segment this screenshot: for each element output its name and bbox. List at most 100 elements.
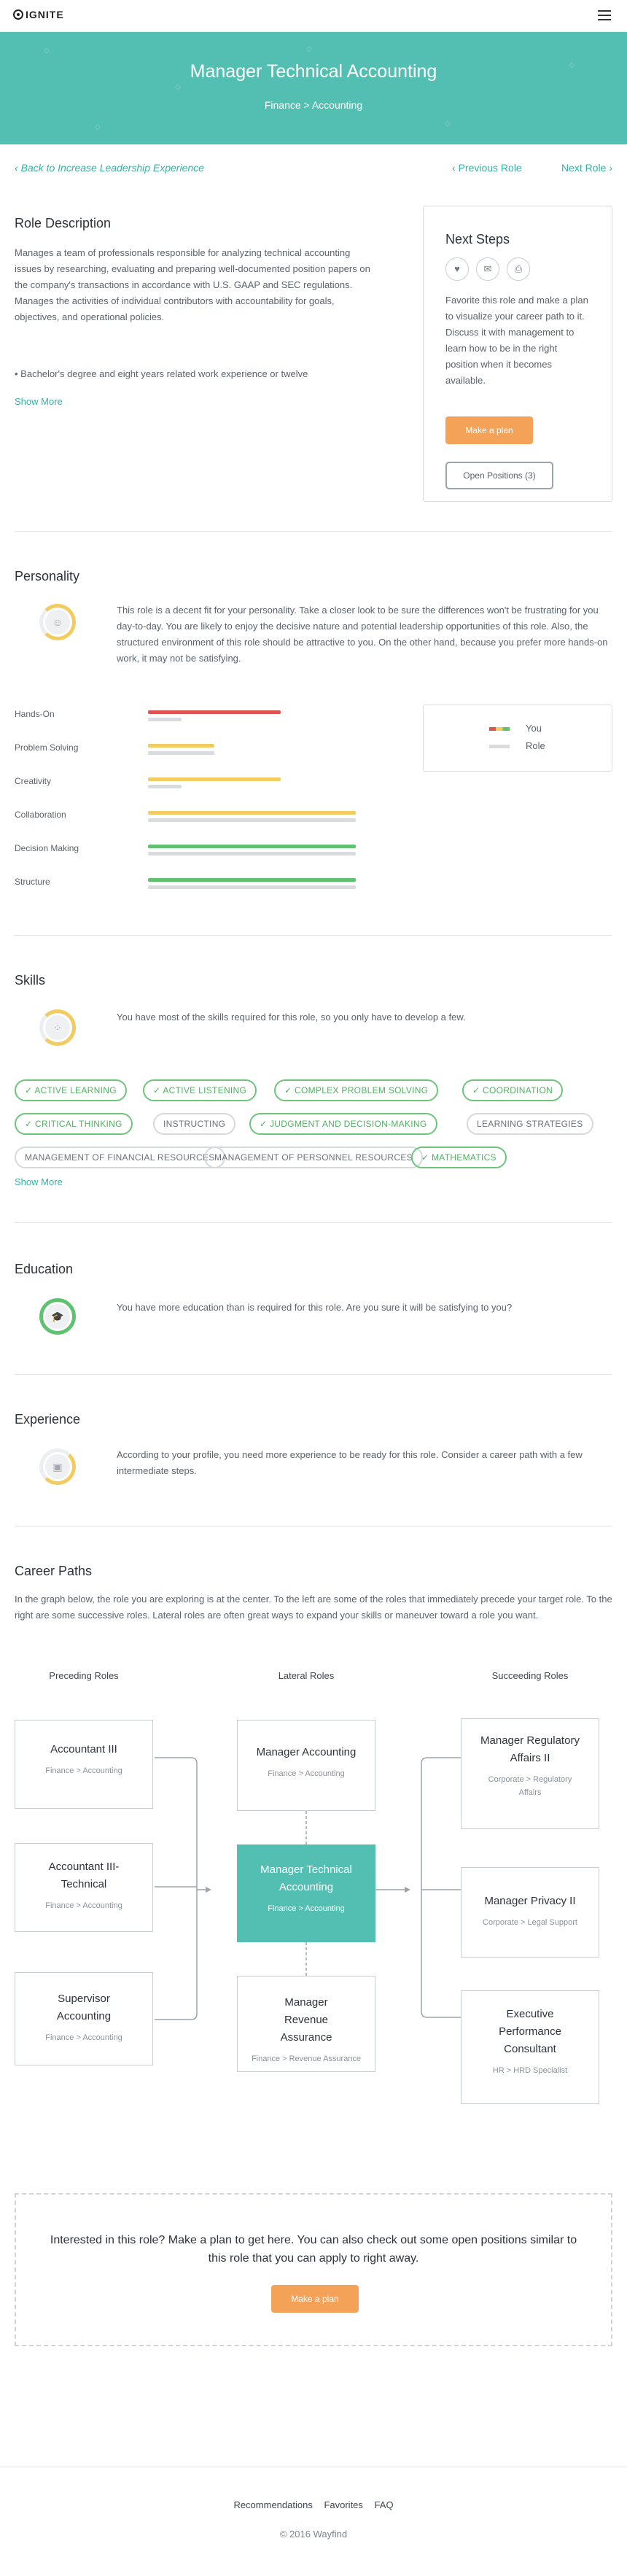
skill-chip[interactable]: LEARNING STRATEGIES <box>467 1113 593 1135</box>
brand-name: IGNITE <box>26 9 64 20</box>
trait-you-bar <box>148 845 356 848</box>
experience-heading: Experience <box>15 1412 81 1427</box>
role-title: Manager Regulatory Affairs II <box>480 1734 580 1764</box>
trait-label: Collaboration <box>15 810 66 820</box>
section-divider <box>15 531 612 532</box>
trait-label: Problem Solving <box>15 742 79 753</box>
succeeding-role-node[interactable]: Manager Privacy II Corporate > Legal Sup… <box>461 1867 599 1958</box>
mail-icon[interactable]: ✉ <box>476 257 499 281</box>
role-description-show-more[interactable]: Show More <box>15 396 63 407</box>
skills-fit-ring: ⁘ <box>39 1009 76 1046</box>
preceding-role-node[interactable]: Accountant III Finance > Accounting <box>15 1720 153 1809</box>
experience-fit-ring: ▣ <box>39 1448 76 1485</box>
footer-link-favorites[interactable]: Favorites <box>324 2499 362 2510</box>
footer-nav: Recommendations Favorites FAQ <box>0 2499 627 2510</box>
skill-chip[interactable]: CRITICAL THINKING <box>15 1113 133 1135</box>
trait-role-bar <box>148 751 214 755</box>
skill-chip[interactable]: MATHEMATICS <box>411 1147 507 1168</box>
skill-chip[interactable]: ACTIVE LEARNING <box>15 1079 127 1101</box>
current-role-node[interactable]: Manager Technical Accounting Finance > A… <box>237 1844 375 1942</box>
page-title: Manager Technical Accounting <box>190 61 437 82</box>
trait-label: Structure <box>15 877 50 887</box>
section-divider <box>15 935 612 936</box>
preceding-roles-heading: Preceding Roles <box>49 1670 119 1681</box>
role-category: Finance > Accounting <box>268 1769 345 1778</box>
role-description-bullet: • Bachelor's degree and eight years rela… <box>15 368 308 379</box>
experience-text: According to your profile, you need more… <box>117 1449 583 1476</box>
lateral-roles-heading: Lateral Roles <box>278 1670 335 1681</box>
trait-role-bar <box>148 785 182 788</box>
previous-role-link[interactable]: ‹ Previous Role <box>452 162 522 174</box>
role-title: Manager Privacy II <box>484 1895 576 1907</box>
cta-make-plan-button[interactable]: Make a plan <box>271 2285 359 2313</box>
trait-label: Decision Making <box>15 843 79 853</box>
role-category: Finance > Accounting <box>45 1766 122 1775</box>
personality-text: This role is a decent fit for your perso… <box>117 605 608 664</box>
skills-show-more[interactable]: Show More <box>15 1176 63 1187</box>
legend-you-label: You <box>526 723 542 734</box>
hero-banner: ◇ ◇ ◇ ◇ ◇ ◇ Manager Technical Accounting… <box>0 32 627 144</box>
trait-label: Creativity <box>15 776 52 786</box>
personality-fit-ring: ☺ <box>39 604 76 640</box>
role-description-heading: Role Description <box>15 216 112 230</box>
briefcase-icon: ▣ <box>45 1454 70 1479</box>
education-text: You have more education than is required… <box>117 1302 513 1313</box>
heart-icon[interactable]: ♥ <box>445 257 469 281</box>
succeeding-roles-heading: Succeeding Roles <box>491 1670 569 1681</box>
skill-chip[interactable]: JUDGMENT AND DECISION-MAKING <box>249 1113 437 1135</box>
make-plan-button[interactable]: Make a plan <box>445 416 533 444</box>
print-icon[interactable]: ⎙ <box>507 257 530 281</box>
personality-legend: You Role <box>423 705 612 772</box>
role-category: HR > HRD Specialist <box>492 2066 568 2075</box>
role-category: Corporate > Legal Support <box>483 1918 577 1927</box>
preceding-role-node[interactable]: Supervisor Accounting Finance > Accounti… <box>15 1972 153 2065</box>
next-steps-card: Next Steps ♥ ✉ ⎙ Favorite this role and … <box>423 206 612 502</box>
career-paths-text: In the graph below, the role you are exp… <box>15 1594 612 1621</box>
section-divider <box>15 1374 612 1375</box>
hamburger-menu-icon[interactable] <box>598 10 611 20</box>
role-category: Finance > Accounting <box>45 2033 122 2042</box>
skill-chip[interactable]: MANAGEMENT OF FINANCIAL RESOURCES <box>15 1147 225 1168</box>
trait-role-bar <box>148 718 182 721</box>
trait-you-bar <box>148 777 281 781</box>
back-link[interactable]: ‹ Back to Increase Leadership Experience <box>15 162 204 174</box>
role-title: Supervisor Accounting <box>56 1993 112 2022</box>
education-fit-ring: 🎓 <box>39 1298 76 1335</box>
legend-role-swatch <box>489 745 510 748</box>
footer-link-faq[interactable]: FAQ <box>375 2499 394 2510</box>
role-category: Finance > Accounting <box>268 1904 345 1913</box>
next-role-link[interactable]: Next Role › <box>561 162 612 174</box>
personality-icon: ☺ <box>45 610 70 635</box>
succeeding-role-node[interactable]: Executive Performance Consultant HR > HR… <box>461 1990 599 2104</box>
skills-heading: Skills <box>15 973 46 988</box>
role-title: Manager Technical Accounting <box>260 1863 352 1893</box>
logo-mark-icon <box>13 9 23 20</box>
open-positions-button[interactable]: Open Positions (3) <box>445 462 553 489</box>
top-bar: IGNITE <box>0 0 627 32</box>
succeeding-role-node[interactable]: Manager Regulatory Affairs II Corporate … <box>461 1718 599 1829</box>
trait-label: Hands-On <box>15 709 55 719</box>
role-navigation: ‹ Back to Increase Leadership Experience… <box>15 162 612 176</box>
skill-chip[interactable]: MANAGEMENT OF PERSONNEL RESOURCES <box>204 1147 423 1168</box>
trait-you-bar <box>148 744 214 748</box>
trait-you-bar <box>148 710 281 714</box>
section-divider <box>15 1222 612 1223</box>
trait-role-bar <box>148 818 356 822</box>
preceding-role-node[interactable]: Accountant III-Technical Finance > Accou… <box>15 1843 153 1932</box>
role-title: Manager Revenue Assurance <box>280 1996 332 2044</box>
lateral-role-node[interactable]: Manager Accounting Finance > Accounting <box>237 1720 375 1811</box>
role-title: Manager Accounting <box>256 1746 357 1758</box>
role-title: Accountant III <box>50 1743 117 1756</box>
skill-chip[interactable]: COORDINATION <box>462 1079 564 1101</box>
skill-chip[interactable]: COMPLEX PROBLEM SOLVING <box>274 1079 439 1101</box>
role-title: Executive Performance Consultant <box>499 2008 561 2055</box>
skill-chip[interactable]: INSTRUCTING <box>153 1113 236 1135</box>
footer-link-recommendations[interactable]: Recommendations <box>233 2499 312 2510</box>
role-title: Accountant III-Technical <box>48 1861 120 1890</box>
brand-logo[interactable]: IGNITE <box>13 9 64 20</box>
trait-you-bar <box>148 878 356 882</box>
lateral-role-node[interactable]: Manager Revenue Assurance Finance > Reve… <box>237 1976 375 2072</box>
role-category: Corporate > Regulatory Affairs <box>488 1775 572 1797</box>
role-category: Finance > Revenue Assurance <box>251 2055 362 2063</box>
skill-chip[interactable]: ACTIVE LISTENING <box>143 1079 257 1101</box>
